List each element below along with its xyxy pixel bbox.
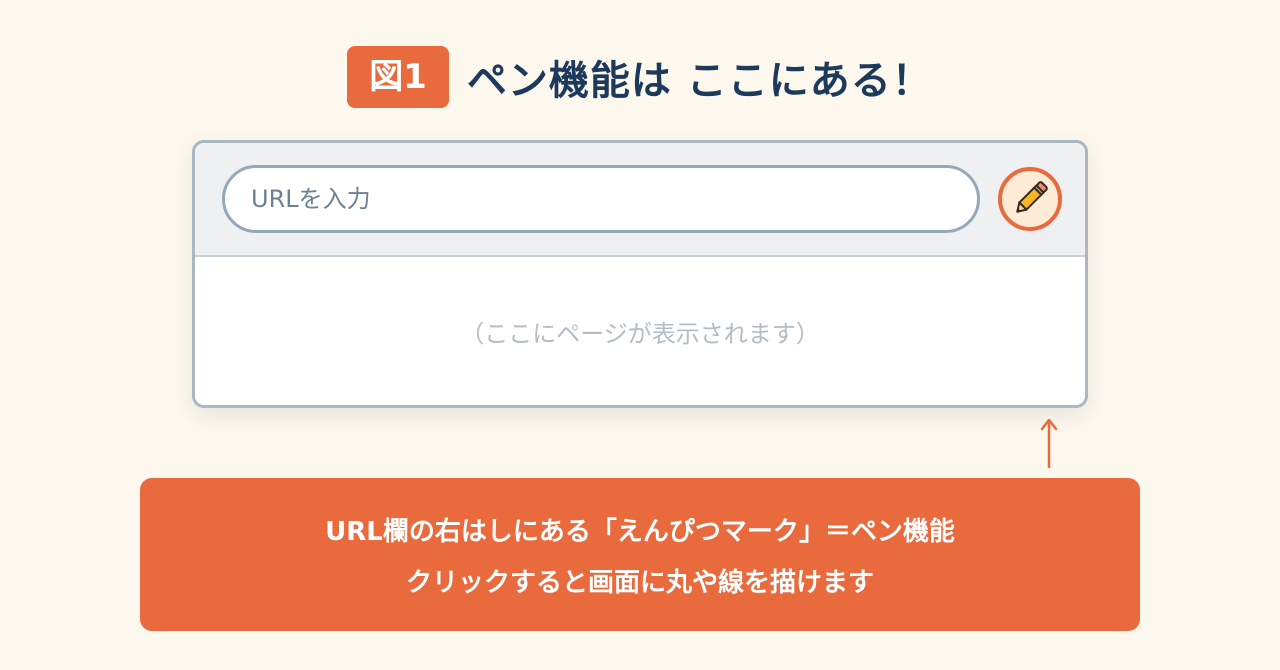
url-input[interactable] [222,165,980,233]
callout-line-2: クリックすると画面に丸や線を描けます [405,567,874,598]
page-content-area: （ここにページが表示されます） [195,257,1085,405]
pen-button[interactable] [998,167,1062,231]
pencil-icon [1016,181,1048,213]
callout-box: URL欄の右はしにある「えんぴつマーク」＝ペン機能 クリックすると画面に丸や線を… [140,478,1140,631]
browser-toolbar [195,143,1085,257]
figure-badge: 図1 [347,46,449,108]
page-title: ペン機能は ここにある！ [466,58,933,104]
browser-mockup: （ここにページが表示されます） [192,140,1088,408]
title-row: 図1 ペン機能は ここにある！ [0,42,1280,112]
callout-line-1: URL欄の右はしにある「えんぴつマーク」＝ペン機能 [325,516,955,547]
content-placeholder: （ここにページが表示されます） [460,319,820,348]
arrow-up-icon [1040,418,1058,468]
